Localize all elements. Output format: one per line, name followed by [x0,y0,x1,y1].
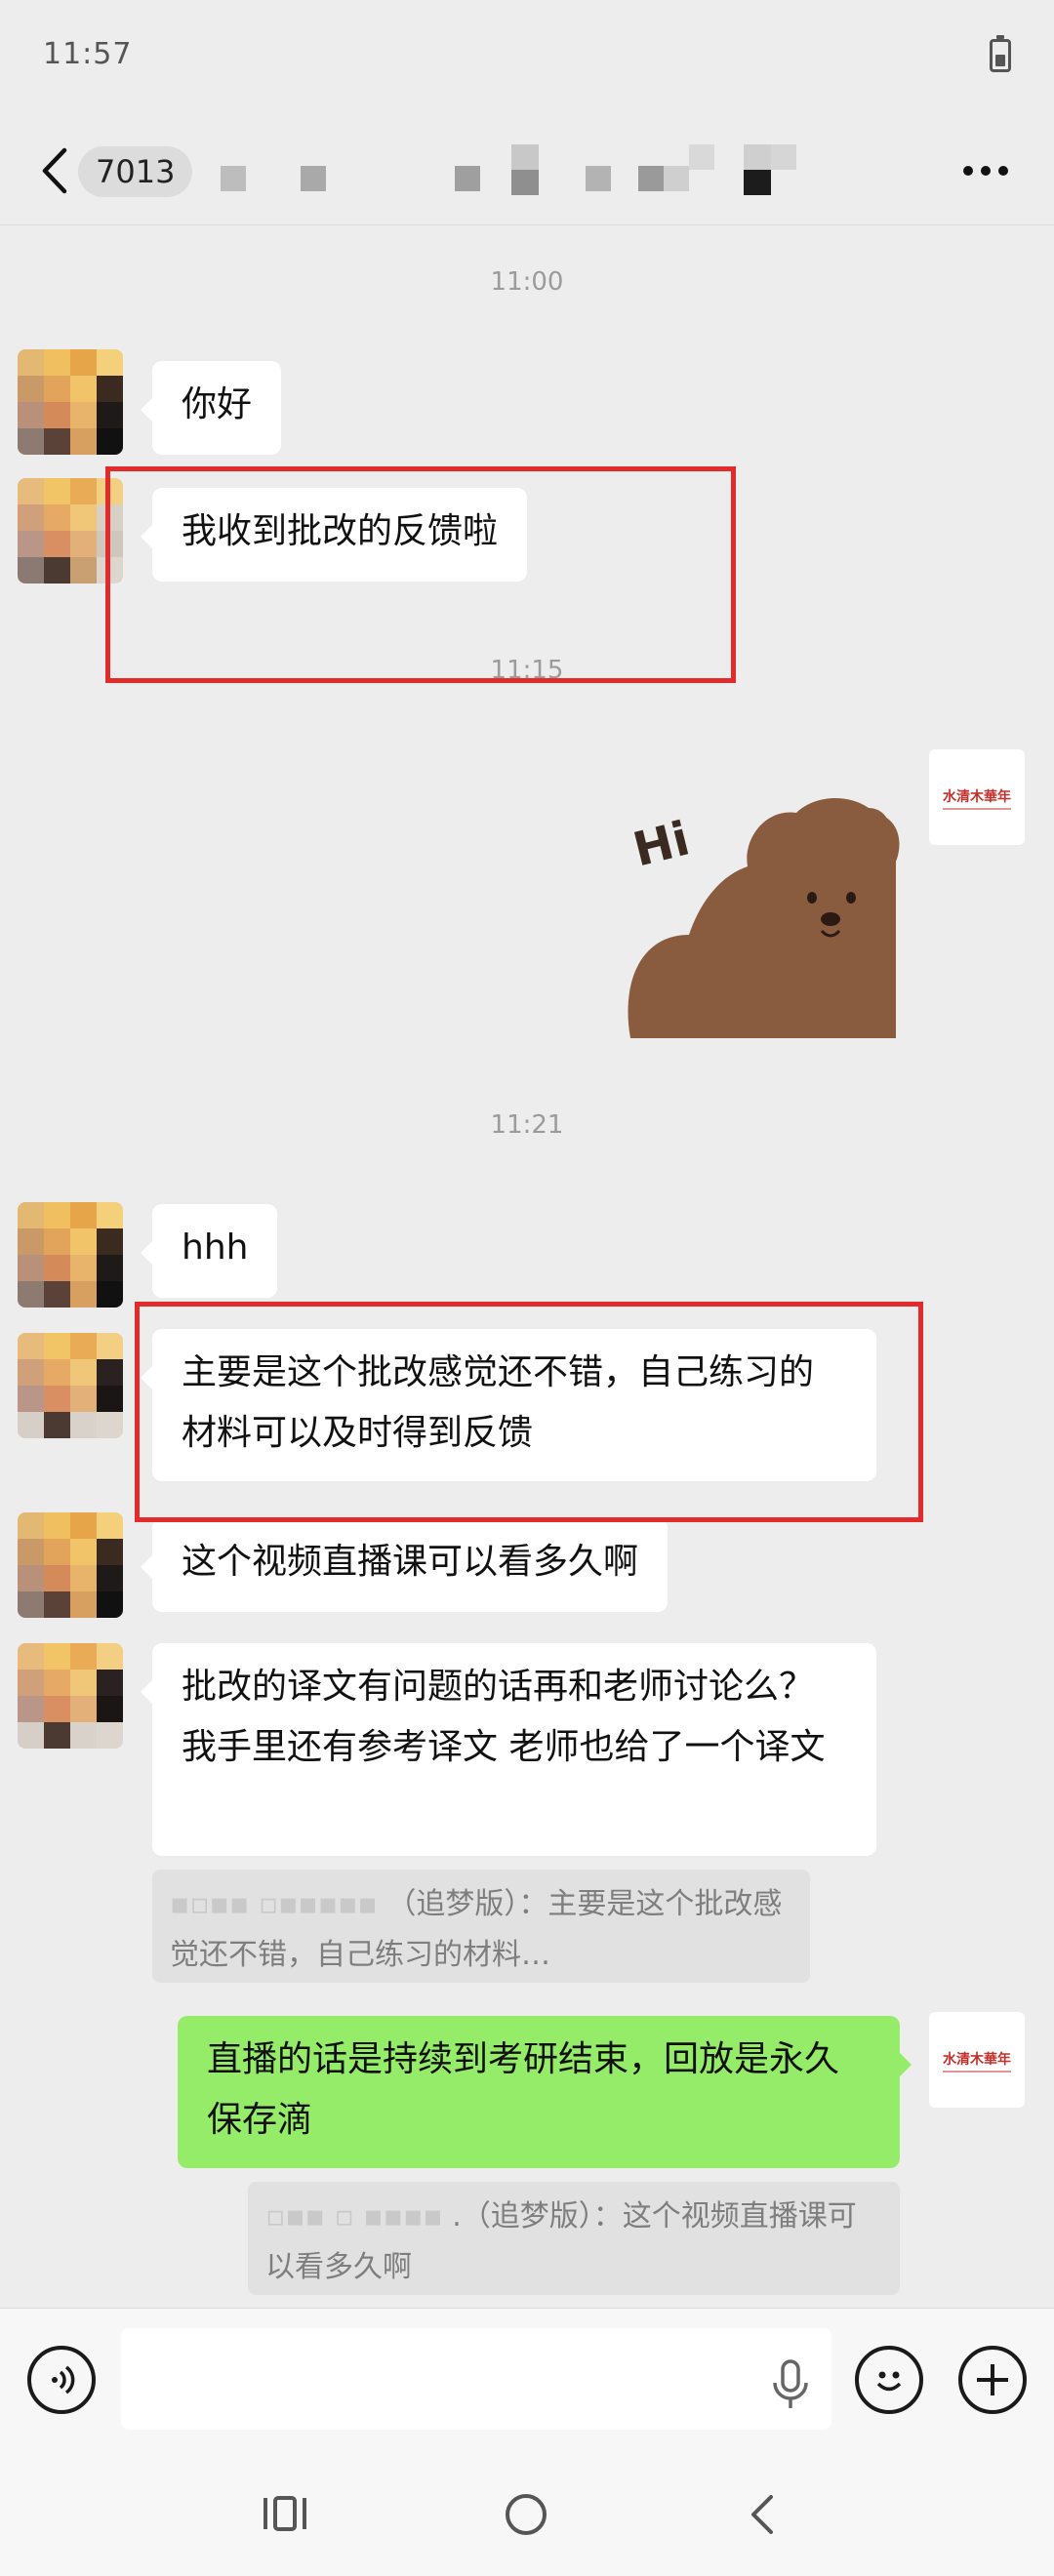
message-text: 批改的译文有问题的话再和老师讨论么？ 我手里还有参考译文 老师也给了一个译文 [182,1667,826,1767]
chevron-left-icon[interactable] [39,146,70,195]
chat-title-redacted [221,135,826,203]
redacted-name: ▫▪▪ ▫ ▪▪▪▪ [265,2199,453,2234]
avatar[interactable] [18,1202,123,1308]
avatar[interactable] [18,1333,123,1438]
microphone-icon[interactable] [771,2359,810,2410]
message-text: 你好 [182,384,253,424]
message-bubble[interactable]: 这个视频直播课可以看多久啊 [140,1518,669,1612]
highlight-box [135,1302,923,1522]
timestamp: 11:21 [490,1110,564,1140]
message-text: hhh [182,1228,249,1268]
battery-icon [990,35,1011,72]
home-icon[interactable] [504,2492,548,2537]
redacted-name: ▪▫▪▪ ▫▪▪▪▪▪ [170,1887,387,1921]
recent-apps-icon[interactable] [262,2494,308,2533]
message-bubble-self[interactable]: 直播的话是持续到考研结束，回放是永久保存滴 [178,2016,912,2168]
message-bubble[interactable]: hhh [140,1204,278,1298]
avatar[interactable] [18,349,123,455]
voice-icon[interactable] [27,2346,96,2414]
unread-count-badge[interactable]: 7013 [78,146,193,197]
message-bubble[interactable]: 你好 [140,361,282,455]
message-input[interactable] [121,2328,831,2430]
self-avatar[interactable]: 水清木華年 [929,749,1025,845]
bear-sticker[interactable]: Hi [621,788,904,1038]
nav-back-icon[interactable] [748,2494,777,2535]
status-time: 11:57 [43,37,133,71]
timestamp: 11:00 [490,267,564,297]
avatar[interactable] [18,1512,123,1618]
more-dots-icon[interactable] [962,164,1009,178]
highlight-box [105,466,736,683]
quoted-reply[interactable]: ▪▫▪▪ ▫▪▪▪▪▪ （追梦版）：主要是这个批改感觉还不错，自己练习的材料… [152,1870,810,1983]
avatar[interactable] [18,1643,123,1749]
message-text: 这个视频直播课可以看多久啊 [182,1542,639,1582]
plus-icon[interactable] [958,2346,1027,2414]
sticker-text: Hi [628,811,695,877]
message-text: 直播的话是持续到考研结束，回放是永久保存滴 [207,2039,840,2140]
emoji-icon[interactable] [855,2346,923,2414]
avatar-logo-text: 水清木華年 [943,2052,1011,2068]
self-avatar[interactable]: 水清木華年 [929,2012,1025,2108]
quoted-reply[interactable]: ▫▪▪ ▫ ▪▪▪▪ .（追梦版）：这个视频直播课可以看多久啊 [248,2182,900,2295]
avatar-logo-text: 水清木華年 [943,789,1011,805]
message-bubble[interactable]: 批改的译文有问题的话再和老师讨论么？ 我手里还有参考译文 老师也给了一个译文 [141,1643,876,1856]
